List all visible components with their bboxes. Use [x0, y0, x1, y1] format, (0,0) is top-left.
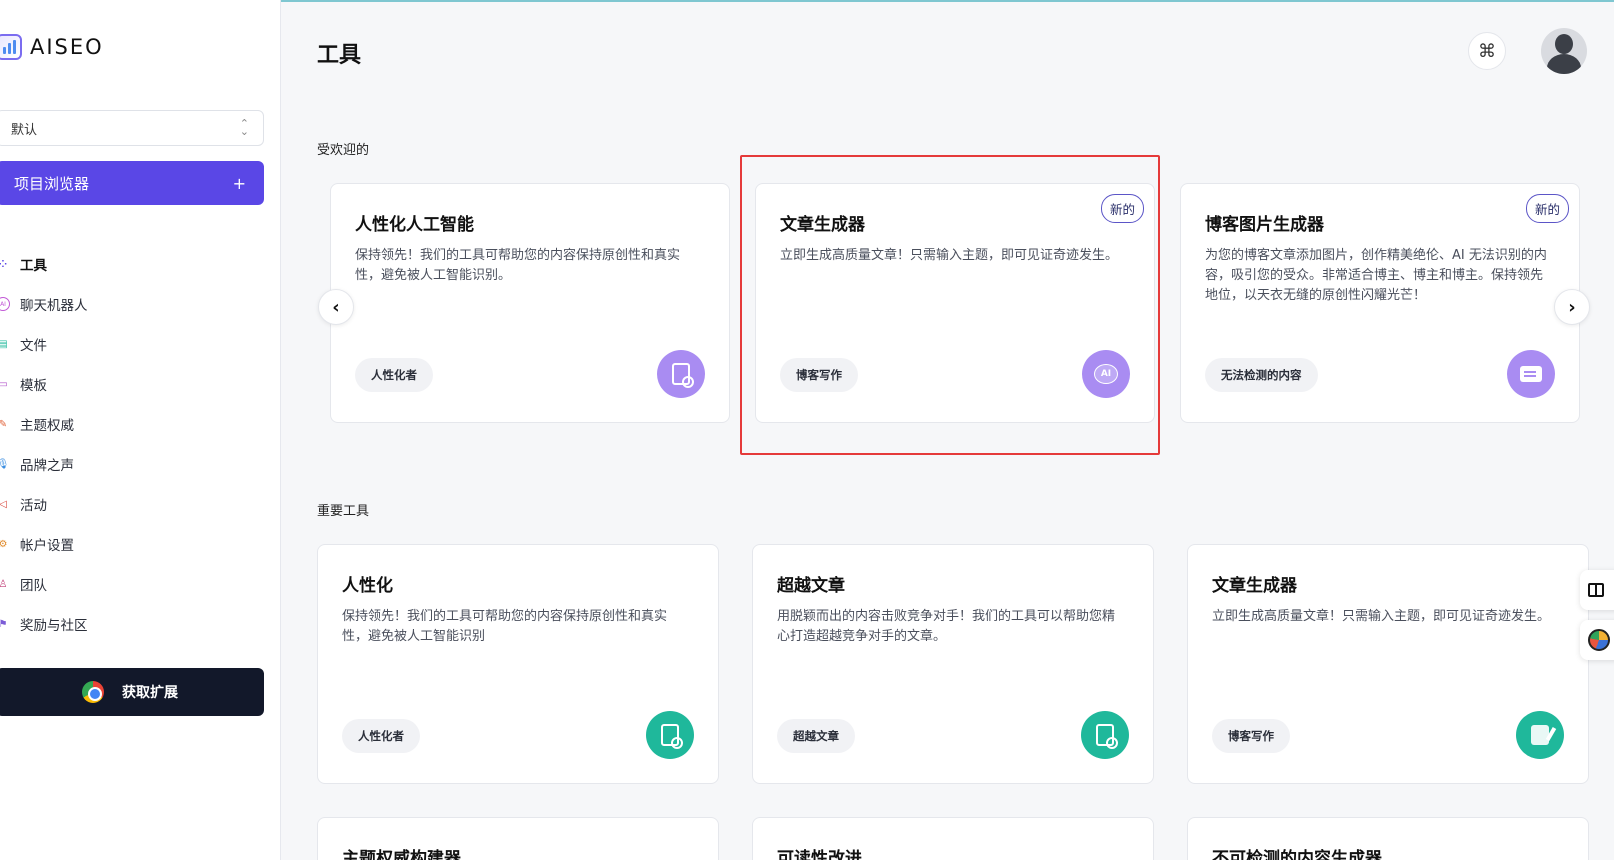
file-icon: ▤: [0, 338, 8, 350]
sidebar-item-label: 团队: [20, 578, 47, 594]
ai-chat-icon: AI: [0, 297, 10, 311]
sidebar-item-templates[interactable]: ▭ 模板: [0, 364, 266, 404]
template-icon: ▭: [0, 378, 8, 390]
ai-chat-icon: AI: [1082, 350, 1130, 398]
popular-card-humanize-ai[interactable]: 人性化人工智能 保持领先！我们的工具可帮助您的内容保持原创性和真实性，避免被人工…: [330, 183, 730, 423]
card-tag[interactable]: 超越文章: [777, 719, 855, 753]
new-badge: 新的: [1100, 194, 1144, 223]
card-title: 文章生成器: [1212, 576, 1297, 596]
sidebar-item-label: 主题权威: [20, 418, 74, 434]
chevron-left-icon: ‹: [332, 296, 340, 318]
sidebar-nav: ⁘ 工具 AI 聊天机器人 ▤ 文件 ▭ 模板 ✎ 主题权威 🎙 品牌之声 ◁ …: [0, 244, 266, 644]
extension-tab[interactable]: [1580, 620, 1614, 660]
card-title: 不可检测的内容生成器: [1212, 849, 1382, 860]
sidebar-item-label: 文件: [20, 338, 47, 354]
popular-section-label: 受欢迎的: [317, 143, 370, 158]
gear-icon: ⚙: [0, 538, 8, 550]
sidebar-item-label: 工具: [20, 258, 47, 274]
get-extension-label: 获取扩展: [122, 685, 178, 701]
sidebar-item-rewards[interactable]: ⚑ 奖励与社区: [0, 604, 266, 644]
sidebar-item-files[interactable]: ▤ 文件: [0, 324, 266, 364]
card-description: 用脱颖而出的内容击败竞争对手！我们的工具可以帮助您精心打造超越竞争对手的文章。: [777, 609, 1116, 644]
logo-icon: [0, 34, 22, 60]
popular-card-article-generator[interactable]: 新的 文章生成器 立即生成高质量文章！只需输入主题，即可见证奇迹发生。 博客写作…: [755, 183, 1155, 423]
edit-document-icon: [1516, 711, 1564, 759]
page-title: 工具: [317, 43, 362, 68]
app-name: AISEO: [30, 35, 104, 59]
card-description: 保持领先！我们的工具可帮助您的内容保持原创性和真实性，避免被人工智能识别。: [355, 248, 681, 283]
popular-card-blog-image-generator[interactable]: 新的 博客图片生成器 为您的博客文章添加图片，创作精美绝伦、AI 无法识别的内容…: [1180, 183, 1580, 423]
card-title: 文章生成器: [780, 215, 865, 235]
carousel-prev-button[interactable]: ‹: [318, 289, 354, 325]
tool-card-article-generator[interactable]: 文章生成器 立即生成高质量文章！只需输入主题，即可见证奇迹发生。 博客写作: [1187, 544, 1589, 784]
command-menu-button[interactable]: ⌘: [1468, 32, 1506, 70]
card-tag[interactable]: 人性化者: [355, 358, 433, 392]
plus-icon: +: [232, 173, 246, 193]
tool-card-humanize[interactable]: 人性化 保持领先！我们的工具可帮助您的内容保持原创性和真实性，避免被人工智能识别…: [317, 544, 719, 784]
tool-card-topic-authority-builder[interactable]: 主题权威构建器: [317, 817, 719, 860]
tool-card-beat-articles[interactable]: 超越文章 用脱颖而出的内容击败竞争对手！我们的工具可以帮助您精心打造超越竞争对手…: [752, 544, 1154, 784]
project-browser-label: 项目浏览器: [14, 174, 90, 193]
chevron-updown-icon: ⌃ ⌄: [239, 117, 249, 138]
card-title: 可读性改进: [777, 849, 862, 860]
logo[interactable]: AISEO: [0, 34, 104, 60]
globe-icon: [1588, 629, 1610, 651]
sidebar-item-tools[interactable]: ⁘ 工具: [0, 244, 266, 284]
screen-icon: [1507, 350, 1555, 398]
sidebar-item-label: 聊天机器人: [20, 298, 88, 314]
project-browser-button[interactable]: 项目浏览器 +: [0, 161, 264, 205]
command-icon: ⌘: [1478, 40, 1496, 62]
sidebar-item-label: 模板: [20, 378, 47, 394]
card-tag[interactable]: 博客写作: [1212, 719, 1290, 753]
card-title: 超越文章: [777, 576, 845, 596]
tool-card-undetectable-content[interactable]: 不可检测的内容生成器: [1187, 817, 1589, 860]
sidebar: AISEO 默认 ⌃⌄ 项目浏览器 + ⁘ 工具 AI 聊天机器人 ▤ 文件 ▭…: [0, 0, 281, 860]
sidebar-item-label: 帐户设置: [20, 538, 74, 554]
get-extension-button[interactable]: 获取扩展: [0, 668, 264, 716]
chrome-icon: [82, 681, 104, 703]
project-select-value: 默认: [11, 122, 38, 138]
document-search-icon: [1081, 711, 1129, 759]
reader-tab[interactable]: [1580, 570, 1614, 610]
grid-icon: ⁘: [0, 257, 10, 271]
card-title: 主题权威构建器: [342, 849, 461, 860]
tool-card-readability[interactable]: 可读性改进: [752, 817, 1154, 860]
topic-icon: ✎: [0, 418, 8, 430]
important-section-label: 重要工具: [317, 504, 370, 519]
sidebar-item-chatbot[interactable]: AI 聊天机器人: [0, 284, 266, 324]
team-icon: ♙: [0, 578, 8, 590]
document-search-icon: [646, 711, 694, 759]
sidebar-item-label: 品牌之声: [20, 458, 74, 474]
carousel-next-button[interactable]: ›: [1554, 289, 1590, 325]
sidebar-item-account-settings[interactable]: ⚙ 帐户设置: [0, 524, 266, 564]
avatar[interactable]: [1541, 28, 1587, 74]
sidebar-item-campaigns[interactable]: ◁ 活动: [0, 484, 266, 524]
book-icon: [1588, 583, 1604, 597]
card-title: 博客图片生成器: [1205, 215, 1324, 235]
card-tag[interactable]: 无法检测的内容: [1205, 358, 1318, 392]
card-tag[interactable]: 博客写作: [780, 358, 858, 392]
project-select[interactable]: 默认 ⌃ ⌄: [0, 110, 264, 146]
sidebar-item-label: 活动: [20, 498, 47, 514]
card-description: 立即生成高质量文章！只需输入主题，即可见证奇迹发生。: [780, 248, 1119, 263]
card-title: 人性化: [342, 576, 393, 596]
sidebar-item-brand-voice[interactable]: 🎙 品牌之声: [0, 444, 266, 484]
card-description: 立即生成高质量文章！只需输入主题，即可见证奇迹发生。: [1212, 609, 1551, 624]
card-description: 为您的博客文章添加图片，创作精美绝伦、AI 无法识别的内容，吸引您的受众。非常适…: [1205, 248, 1547, 303]
new-badge: 新的: [1525, 194, 1569, 223]
sidebar-item-label: 奖励与社区: [20, 618, 88, 634]
sidebar-item-topic-authority[interactable]: ✎ 主题权威: [0, 404, 266, 444]
gift-icon: ⚑: [0, 618, 8, 630]
sidebar-item-team[interactable]: ♙ 团队: [0, 564, 266, 604]
chevron-right-icon: ›: [1568, 296, 1576, 318]
card-title: 人性化人工智能: [355, 215, 474, 235]
megaphone-icon: ◁: [0, 498, 7, 510]
microphone-icon: 🎙: [0, 458, 10, 470]
card-description: 保持领先！我们的工具可帮助您的内容保持原创性和真实性，避免被人工智能识别: [342, 609, 668, 644]
document-search-icon: [657, 350, 705, 398]
card-tag[interactable]: 人性化者: [342, 719, 420, 753]
